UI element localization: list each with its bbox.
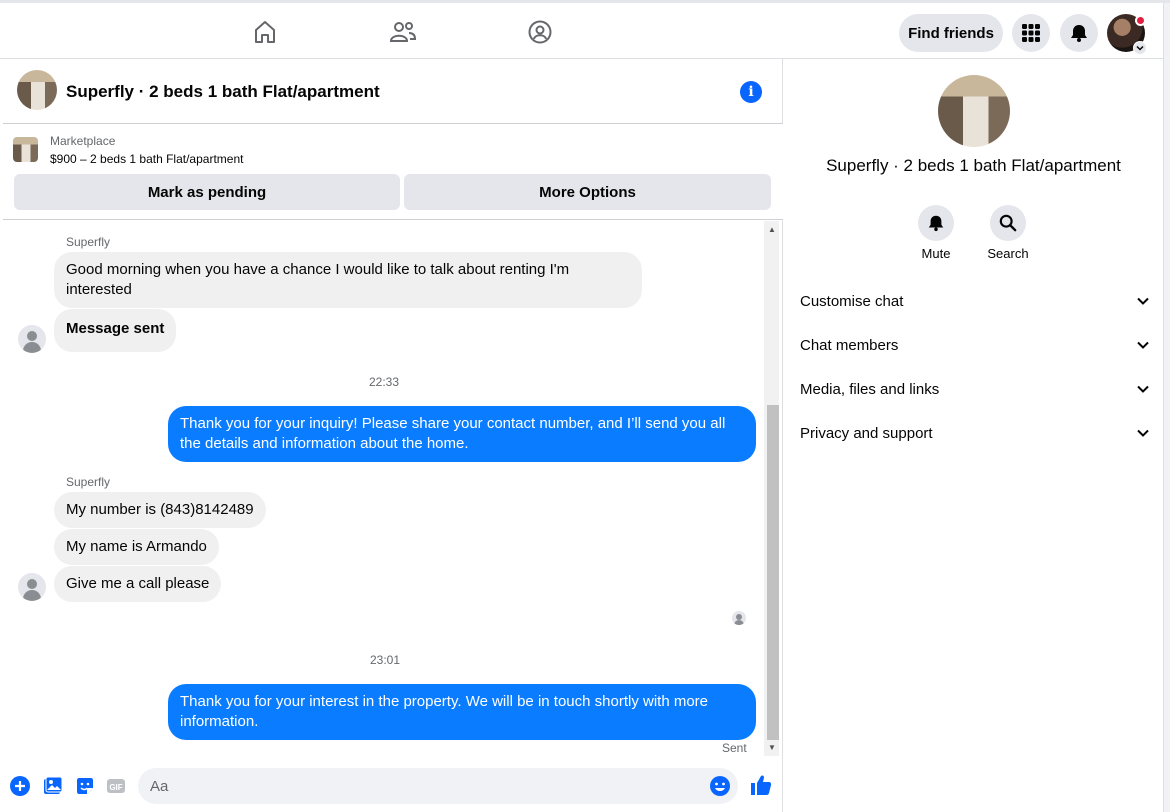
- chevron-down-icon[interactable]: [1136, 294, 1150, 308]
- message-bubble[interactable]: Give me a call please: [54, 566, 222, 602]
- chat-header: Superfly · 2 beds 1 bath Flat/apartment …: [3, 59, 783, 124]
- listing-price[interactable]: $900 – 2 beds 1 bath Flat/apartment: [50, 152, 243, 166]
- chevron-down-icon[interactable]: [1133, 41, 1147, 55]
- notification-dot: [1135, 15, 1146, 26]
- chat-members-section[interactable]: Chat members: [800, 333, 1150, 357]
- mark-as-pending-button[interactable]: Mark as pending: [14, 174, 400, 210]
- groups-icon[interactable]: [525, 17, 555, 47]
- bell-icon[interactable]: [918, 205, 954, 241]
- section-label: Privacy and support: [800, 424, 933, 442]
- friends-icon[interactable]: [388, 17, 418, 47]
- scroll-down-arrow[interactable]: ▼: [766, 743, 778, 752]
- mute-button[interactable]: Mute: [906, 205, 966, 261]
- more-options-button[interactable]: More Options: [404, 174, 771, 210]
- customise-chat-section[interactable]: Customise chat: [800, 289, 1150, 313]
- chevron-down-icon[interactable]: [1136, 426, 1150, 440]
- message-bubble-sent[interactable]: Thank you for your interest in the prope…: [168, 684, 756, 740]
- details-title: Superfly · 2 beds 1 bath Flat/apartment: [826, 156, 1121, 175]
- search-icon[interactable]: [990, 205, 1026, 241]
- page-scrollbar[interactable]: [1163, 3, 1170, 812]
- info-icon[interactable]: i: [740, 81, 762, 103]
- thumbs-up-icon[interactable]: [749, 773, 773, 797]
- listing-photo-large[interactable]: [938, 75, 1010, 147]
- sender-name: Superfly: [66, 475, 111, 489]
- chat-scroll-thumb[interactable]: [767, 405, 779, 740]
- message-bubble[interactable]: Good morning when you have a chance I wo…: [54, 252, 642, 308]
- search-button[interactable]: Search: [978, 205, 1038, 261]
- media-files-links-section[interactable]: Media, files and links: [800, 377, 1150, 401]
- marketplace-bar: Marketplace $900 – 2 beds 1 bath Flat/ap…: [3, 124, 783, 220]
- top-navigation-bar: Find friends: [0, 0, 1170, 59]
- chevron-down-icon[interactable]: [1136, 338, 1150, 352]
- timestamp: 23:01: [370, 653, 401, 667]
- message-bubble[interactable]: My name is Armando: [54, 529, 219, 565]
- listing-thumbnail[interactable]: [13, 137, 38, 162]
- section-label: Customise chat: [800, 292, 904, 310]
- avatar[interactable]: [18, 573, 46, 601]
- privacy-support-section[interactable]: Privacy and support: [800, 421, 1150, 445]
- marketplace-label: Marketplace: [50, 134, 116, 148]
- svg-text:GIF: GIF: [109, 783, 122, 792]
- sticker-icon[interactable]: [74, 775, 96, 797]
- search-label: Search: [987, 246, 1029, 261]
- section-label: Media, files and links: [800, 380, 940, 398]
- plus-icon[interactable]: [9, 775, 31, 797]
- scroll-up-arrow[interactable]: ▲: [766, 225, 778, 234]
- message-bubble-sent[interactable]: Thank you for your inquiry! Please share…: [168, 406, 756, 462]
- mute-label: Mute: [921, 246, 951, 261]
- chat-pane: Superfly · 2 beds 1 bath Flat/apartment …: [3, 59, 783, 812]
- avatar[interactable]: [18, 325, 46, 353]
- bell-icon[interactable]: [1060, 14, 1098, 52]
- message-bubble[interactable]: My number is (843)8142489: [54, 492, 266, 528]
- message-bubble[interactable]: Message sent: [54, 309, 177, 352]
- message-composer[interactable]: [138, 768, 738, 804]
- emoji-icon[interactable]: [709, 775, 731, 797]
- sender-name: Superfly: [66, 235, 111, 249]
- message-input[interactable]: [150, 775, 690, 797]
- grid-menu-icon[interactable]: [1012, 14, 1050, 52]
- listing-photo: [17, 70, 57, 110]
- gif-icon[interactable]: GIF: [105, 775, 127, 797]
- message-status: Sent: [722, 741, 747, 755]
- timestamp: 22:33: [369, 375, 400, 389]
- home-icon[interactable]: [250, 17, 280, 47]
- read-receipt-avatar: [732, 611, 746, 625]
- find-friends-button[interactable]: Find friends: [899, 14, 1003, 52]
- conversation-details-panel: Superfly · 2 beds 1 bath Flat/apartment …: [784, 59, 1163, 812]
- chat-title: Superfly · 2 beds 1 bath Flat/apartment: [66, 82, 380, 101]
- chevron-down-icon[interactable]: [1136, 382, 1150, 396]
- photo-icon[interactable]: [42, 775, 64, 797]
- section-label: Chat members: [800, 336, 899, 354]
